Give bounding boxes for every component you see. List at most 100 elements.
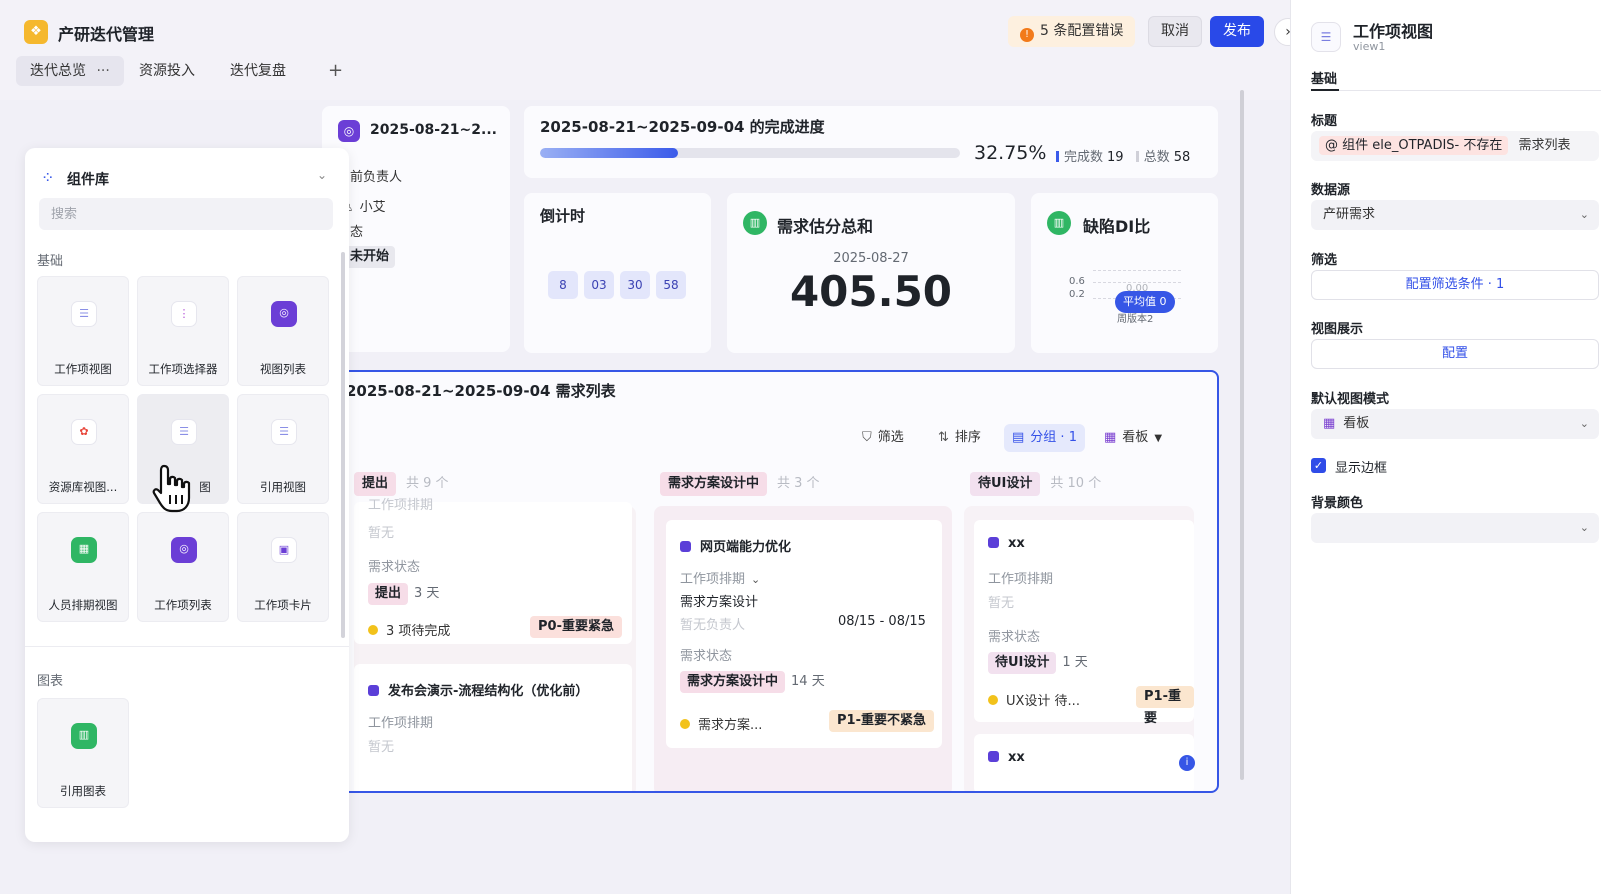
datasource-value: 产研需求 xyxy=(1323,207,1376,222)
column-body: xx 工作项排期 暂无 需求状态 待UI设计 1 天 UX设计 待... P1-重… xyxy=(964,506,1194,791)
library-scrollbar[interactable] xyxy=(341,252,345,638)
display-label: 视图展示 xyxy=(1311,322,1364,337)
sort-button[interactable]: ⇅ 排序 xyxy=(930,424,989,452)
divider xyxy=(25,646,349,647)
group-icon: ▤ xyxy=(1012,430,1025,445)
schedule-value: 暂无 xyxy=(368,740,395,755)
canvas-scrollbar[interactable] xyxy=(1240,90,1244,780)
cancel-button[interactable]: 取消 xyxy=(1148,16,1202,47)
column-body: 网页端能力优化 工作项排期 ⌄ 需求方案设计 暂无负责人 08/15 - 08/1… xyxy=(654,506,952,791)
tab-iteration-review[interactable]: 迭代复盘 xyxy=(216,56,300,86)
collapse-icon[interactable]: ⌄ xyxy=(317,168,327,182)
board-mode-button[interactable]: ▦ 看板 ▼ xyxy=(1096,424,1170,452)
status-days: 14 天 xyxy=(791,674,825,689)
todo-row: UX设计 待... xyxy=(988,690,1080,709)
tile-label: 工作项选择器 xyxy=(148,362,218,376)
countdown-card[interactable]: 倒计时 8 03 30 58 xyxy=(524,193,711,353)
work-item-title[interactable]: 网页端能力优化 xyxy=(680,536,791,555)
y-tick: 0.2 xyxy=(1069,289,1085,300)
filter-label: 筛选 xyxy=(877,430,904,445)
more-icon[interactable]: ··· xyxy=(96,63,109,79)
divider xyxy=(1311,90,1601,91)
date-range: 2025-08-21~2... xyxy=(370,122,497,138)
info-icon[interactable]: i xyxy=(1179,755,1195,771)
average-tooltip: 平均值 0 xyxy=(1115,291,1175,313)
chevron-down-icon: ▼ xyxy=(1154,433,1163,444)
tab-resource-input[interactable]: 资源投入 xyxy=(125,56,209,86)
todo-text: 需求方案... xyxy=(698,718,763,733)
status-days: 3 天 xyxy=(414,586,440,601)
bgcolor-select[interactable]: ⌄ xyxy=(1311,513,1599,543)
component-tile[interactable]: ☰ 工作项视图 xyxy=(37,276,129,386)
panel-subtitle: view1 xyxy=(1353,40,1386,53)
column-tag: 待UI设计 xyxy=(970,472,1041,496)
sort-label: 排序 xyxy=(954,430,981,445)
schedule-label: 工作项排期 ⌄ xyxy=(680,568,760,587)
status-label: 需求状态 xyxy=(680,649,733,664)
date-card[interactable]: ◎ 2025-08-21~2... 前负责人 ♙小艾 态 未开始 xyxy=(322,106,510,352)
status-badge: 提出 xyxy=(368,583,409,605)
progress-card[interactable]: 2025-08-21~2025-09-04 的完成进度 32.75% 完成数 19… xyxy=(524,106,1218,178)
title-field[interactable]: @ 组件 ele_OTPADIS- 不存在 需求列表 xyxy=(1311,131,1599,161)
tile-label: 工作项视图 xyxy=(54,362,112,376)
column-count: 共 3 个 xyxy=(777,476,820,491)
publish-button[interactable]: 发布 xyxy=(1210,16,1264,47)
component-tile[interactable]: ▥ 引用图表 xyxy=(37,698,129,808)
view-list-icon: ◎ xyxy=(271,301,297,327)
work-item-card[interactable]: 发布会演示-流程结构化（优化前） 工作项排期 暂无 xyxy=(354,664,632,791)
tab-iteration-overview[interactable]: 迭代总览 ··· xyxy=(16,56,124,86)
owner-name: 小艾 xyxy=(359,200,386,215)
work-item-card[interactable]: 工作项排期 暂无 需求状态 提出 3 天 3 项待完成 P0-重要紧急 xyxy=(354,498,632,644)
component-tile[interactable]: ▦ 人员排期视图 xyxy=(37,512,129,622)
app-logo-icon: ❖ xyxy=(24,20,48,44)
component-tile[interactable]: ◎ 视图列表 xyxy=(237,276,329,386)
title-suffix: 需求列表 xyxy=(1518,138,1571,153)
work-item-card[interactable]: xx 工作项排期 暂无 需求状态 待UI设计 1 天 UX设计 待... P1-重… xyxy=(974,520,1194,726)
component-search-input[interactable] xyxy=(39,198,333,230)
state-badge: 未开始 xyxy=(344,246,396,268)
tile-label: 引用视图 xyxy=(260,480,306,494)
schedule-owner: 暂无负责人 xyxy=(680,618,746,633)
work-item-title[interactable]: 发布会演示-流程结构化（优化前） xyxy=(368,680,588,699)
estimate-title: 需求估分总和 xyxy=(777,217,874,236)
configure-display-button[interactable]: 配置 xyxy=(1311,339,1599,369)
defect-ratio-card[interactable]: ▥ 缺陷DI比 0.6 0.2 0.00 周版本2 平均值 0 xyxy=(1031,193,1218,353)
chart-section-label: 图表 xyxy=(37,674,64,689)
show-border-checkbox[interactable]: ✓ xyxy=(1311,458,1326,473)
work-item-title[interactable]: xx xyxy=(988,750,1025,765)
config-error-badge[interactable]: ! 5 条配置错误 xyxy=(1008,16,1136,47)
filter-button[interactable]: ⛉ 筛选 xyxy=(854,424,912,452)
panel-title: 工作项视图 xyxy=(1353,22,1434,41)
todo-dot-icon xyxy=(680,719,690,729)
chevron-down-icon: ⌄ xyxy=(1579,521,1589,534)
schedule-label: 工作项排期 xyxy=(368,716,434,731)
tab-label: 迭代总览 xyxy=(30,63,86,79)
chevron-down-icon[interactable]: ⌄ xyxy=(751,573,760,586)
todo-dot-icon xyxy=(988,695,998,705)
datasource-select[interactable]: 产研需求 ⌄ xyxy=(1311,200,1599,230)
requirement-list-view[interactable]: 2025-08-21~2025-09-04 需求列表 ⛉ 筛选 ⇅ 排序 ▤ 分组 ·… xyxy=(322,370,1219,793)
group-button[interactable]: ▤ 分组 · 1 xyxy=(1004,424,1085,452)
defect-title: 缺陷DI比 xyxy=(1083,217,1151,236)
work-item-card[interactable]: xx xyxy=(974,734,1194,791)
done-legend-icon xyxy=(1056,151,1059,162)
component-tile[interactable]: ✿ 资源库视图... xyxy=(37,394,129,504)
component-tile[interactable]: ◎ 工作项列表 xyxy=(137,512,229,622)
status-badge: 待UI设计 xyxy=(988,652,1057,674)
add-tab-button[interactable]: + xyxy=(328,56,343,86)
estimate-sum-card[interactable]: ▥ 需求估分总和 2025-08-27 405.50 xyxy=(727,193,1015,353)
progress-bar-fill xyxy=(540,148,678,158)
view-mode-select[interactable]: ▦ 看板 ⌄ xyxy=(1311,409,1599,439)
component-tile[interactable]: ▣ 工作项卡片 xyxy=(237,512,329,622)
work-item-title[interactable]: xx xyxy=(988,536,1025,551)
component-tile[interactable]: ⋮ 工作项选择器 xyxy=(137,276,229,386)
tab-basic[interactable]: 基础 xyxy=(1311,68,1337,87)
view-icon: ☰ xyxy=(171,419,197,445)
component-tile[interactable]: ☰ 引用视图 xyxy=(237,394,329,504)
configure-filter-button[interactable]: 配置筛选条件 · 1 xyxy=(1311,270,1599,300)
work-item-card[interactable]: 网页端能力优化 工作项排期 ⌄ 需求方案设计 暂无负责人 08/15 - 08/1… xyxy=(666,520,942,748)
warning-icon: ! xyxy=(1020,28,1034,42)
done-label: 完成数 xyxy=(1064,150,1104,165)
tab-label: 资源投入 xyxy=(139,63,195,79)
todo-row: 3 项待完成 xyxy=(368,620,450,639)
